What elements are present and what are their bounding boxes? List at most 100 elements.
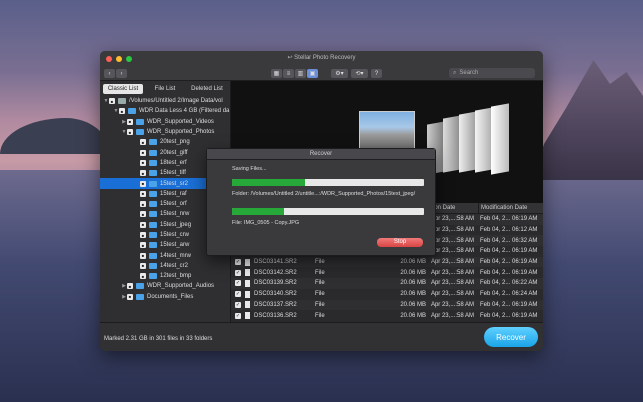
nav-back-button[interactable]: ‹ <box>104 69 115 78</box>
view-coverflow-button[interactable]: ▣ <box>307 69 318 78</box>
tree-item-label: 15test_nrw <box>160 211 190 218</box>
row-checkbox[interactable]: ✓ <box>235 291 241 298</box>
row-checkbox-cell: ✓ <box>231 259 245 266</box>
preview-image-stack <box>491 103 509 175</box>
modification-date-cell: Feb 04, 2... 06:22 AM <box>480 280 538 287</box>
table-row[interactable]: ✓ DSC03141.SR2 File 20.06 MB Apr 23,...:58 A… <box>231 256 543 268</box>
tree-checkbox[interactable]: ■ <box>127 118 133 125</box>
tree-item-label: 15test_jpeg <box>160 221 192 228</box>
status-text: Marked 2.31 GB in 301 files in 33 folder… <box>104 336 213 342</box>
stop-button[interactable]: Stop <box>377 238 423 247</box>
tree-checkbox[interactable]: ■ <box>109 98 115 105</box>
tree-item-label: 18test_erf <box>160 159 187 166</box>
tree-item[interactable]: ▶ ■ WDR_Supported_Videos <box>100 117 230 127</box>
search-icon: ⌕ <box>453 69 457 76</box>
tree-checkbox[interactable]: ■ <box>140 159 146 166</box>
tree-checkbox[interactable]: ■ <box>140 170 146 177</box>
overall-progress-bar <box>232 179 424 186</box>
tree-checkbox[interactable]: ■ <box>140 262 146 269</box>
row-checkbox[interactable]: ✓ <box>235 312 241 319</box>
folder-icon <box>136 293 144 300</box>
table-row[interactable]: ✓ DSC03136.SR2 File 20.06 MB Apr 23,...:58 A… <box>231 310 543 321</box>
row-checkbox[interactable]: ✓ <box>235 301 241 308</box>
status-bar: Marked 2.31 GB in 301 files in 33 folder… <box>100 322 543 351</box>
tree-checkbox[interactable]: ■ <box>140 252 146 259</box>
view-columns-button[interactable]: ▥ <box>295 69 306 78</box>
row-checkbox-cell: ✓ <box>231 312 245 319</box>
tree-item[interactable]: ▼ ■ WDR_Supported_Photos <box>100 127 230 137</box>
clock-icon: ⟲▾ <box>355 71 364 77</box>
tree-checkbox[interactable]: ■ <box>140 149 146 156</box>
tree-item[interactable]: ▼ ■ WDR Data Less 4 GB (Filtered da <box>100 106 230 116</box>
tab-classic-list[interactable]: Classic List <box>103 84 143 94</box>
history-button[interactable]: ⟲▾ <box>351 69 368 78</box>
gear-icon: ⚙▾ <box>335 71 344 77</box>
column-modification-date[interactable]: Modification Date <box>478 203 543 213</box>
creation-date-cell: Apr 23,...:58 AM <box>430 280 474 287</box>
tree-item[interactable]: ▼ ■/Volumes/Untitled 2/Image Data/vol <box>100 96 230 106</box>
tree-item[interactable]: ▶ ■ Documents_Files <box>100 292 230 302</box>
recover-button[interactable]: Recover <box>484 327 538 347</box>
tab-deleted-list[interactable]: Deleted List <box>187 84 227 94</box>
file-icon <box>245 279 250 287</box>
row-checkbox[interactable]: ✓ <box>235 259 241 266</box>
coverflow-icon: ▣ <box>309 71 316 77</box>
tree-item-label: 15test_raf <box>160 190 187 197</box>
name-cell: DSC03139.SR2 <box>245 279 315 287</box>
table-row[interactable]: ✓ DSC03142.SR2 File 20.06 MB Apr 23,...:58 A… <box>231 267 543 278</box>
help-button[interactable]: ? <box>371 69 382 78</box>
table-row[interactable]: ✓ DSC03139.SR2 File 20.06 MB Apr 23,...:58 A… <box>231 278 543 289</box>
tree-checkbox[interactable]: ■ <box>140 180 146 187</box>
tree-item-label: 12test_bmp <box>160 273 192 280</box>
tree-checkbox[interactable]: ■ <box>140 190 146 197</box>
search-input[interactable]: ⌕ Search <box>449 68 535 78</box>
tree-item[interactable]: ■ 14test_cr2 <box>100 261 230 271</box>
size-cell: 20.06 MB <box>400 280 426 287</box>
tree-checkbox[interactable]: ■ <box>127 293 133 300</box>
row-checkbox[interactable]: ✓ <box>235 269 241 276</box>
tree-checkbox[interactable]: ■ <box>140 242 146 249</box>
table-row[interactable]: ✓ DSC03140.SR2 File 20.06 MB Apr 23,...:58 A… <box>231 289 543 300</box>
tree-item[interactable]: ■ 20test_png <box>100 137 230 147</box>
question-icon: ? <box>374 70 379 77</box>
modification-date-cell: Feb 04, 2... 06:19 AM <box>480 248 538 255</box>
tree-checkbox[interactable]: ■ <box>140 139 146 146</box>
tree-checkbox[interactable]: ■ <box>140 201 146 208</box>
size-cell: 20.06 MB <box>400 259 426 266</box>
tree-checkbox[interactable]: ■ <box>140 221 146 228</box>
folder-icon <box>136 283 144 290</box>
tree-checkbox[interactable]: ■ <box>119 108 125 115</box>
folder-icon <box>149 262 157 269</box>
tree-checkbox[interactable]: ■ <box>140 211 146 218</box>
file-name: DSC03141.SR2 <box>254 259 297 266</box>
tree-checkbox[interactable]: ■ <box>127 129 133 136</box>
table-row[interactable]: ✓ DSC03137.SR2 File 20.06 MB Apr 23,...:58 A… <box>231 299 543 311</box>
size-cell: 20.06 MB <box>400 312 426 319</box>
tree-item-label: WDR_Supported_Photos <box>147 129 215 136</box>
file-icon <box>245 290 250 298</box>
nav-forward-button[interactable]: › <box>116 69 127 78</box>
tree-item-label: WDR_Supported_Videos <box>147 118 214 125</box>
window-title: ↩ Stellar Photo Recovery <box>287 55 356 61</box>
tree-item[interactable]: ■ 12test_bmp <box>100 271 230 281</box>
tree-checkbox[interactable]: ■ <box>140 232 146 238</box>
tree-checkbox[interactable]: ■ <box>140 273 146 280</box>
tree-item[interactable]: ▶ ■ WDR_Supported_Audios <box>100 281 230 291</box>
creation-date-cell: Apr 23,...:58 AM <box>430 291 474 298</box>
folder-icon <box>136 118 144 125</box>
columns-icon: ▥ <box>297 71 304 77</box>
view-grid-button[interactable]: ▦ <box>271 69 282 78</box>
type-cell: File <box>315 280 325 287</box>
view-list-button[interactable]: ≡ <box>283 69 294 78</box>
settings-button[interactable]: ⚙▾ <box>331 69 348 78</box>
tree-checkbox[interactable]: ■ <box>127 283 133 290</box>
view-mode-group: ▦ ≡ ▥ ▣ <box>271 69 318 78</box>
folder-icon <box>149 139 157 146</box>
file-progress-fill <box>232 208 284 215</box>
current-file-text: File: IMG_0505 - Copy.JPG <box>232 220 300 226</box>
name-cell: DSC03137.SR2 <box>245 301 315 309</box>
tree-item-label: WDR Data Less 4 GB (Filtered da <box>139 108 230 115</box>
row-checkbox[interactable]: ✓ <box>235 280 241 287</box>
file-icon <box>245 312 250 320</box>
tab-file-list[interactable]: File List <box>145 84 185 94</box>
